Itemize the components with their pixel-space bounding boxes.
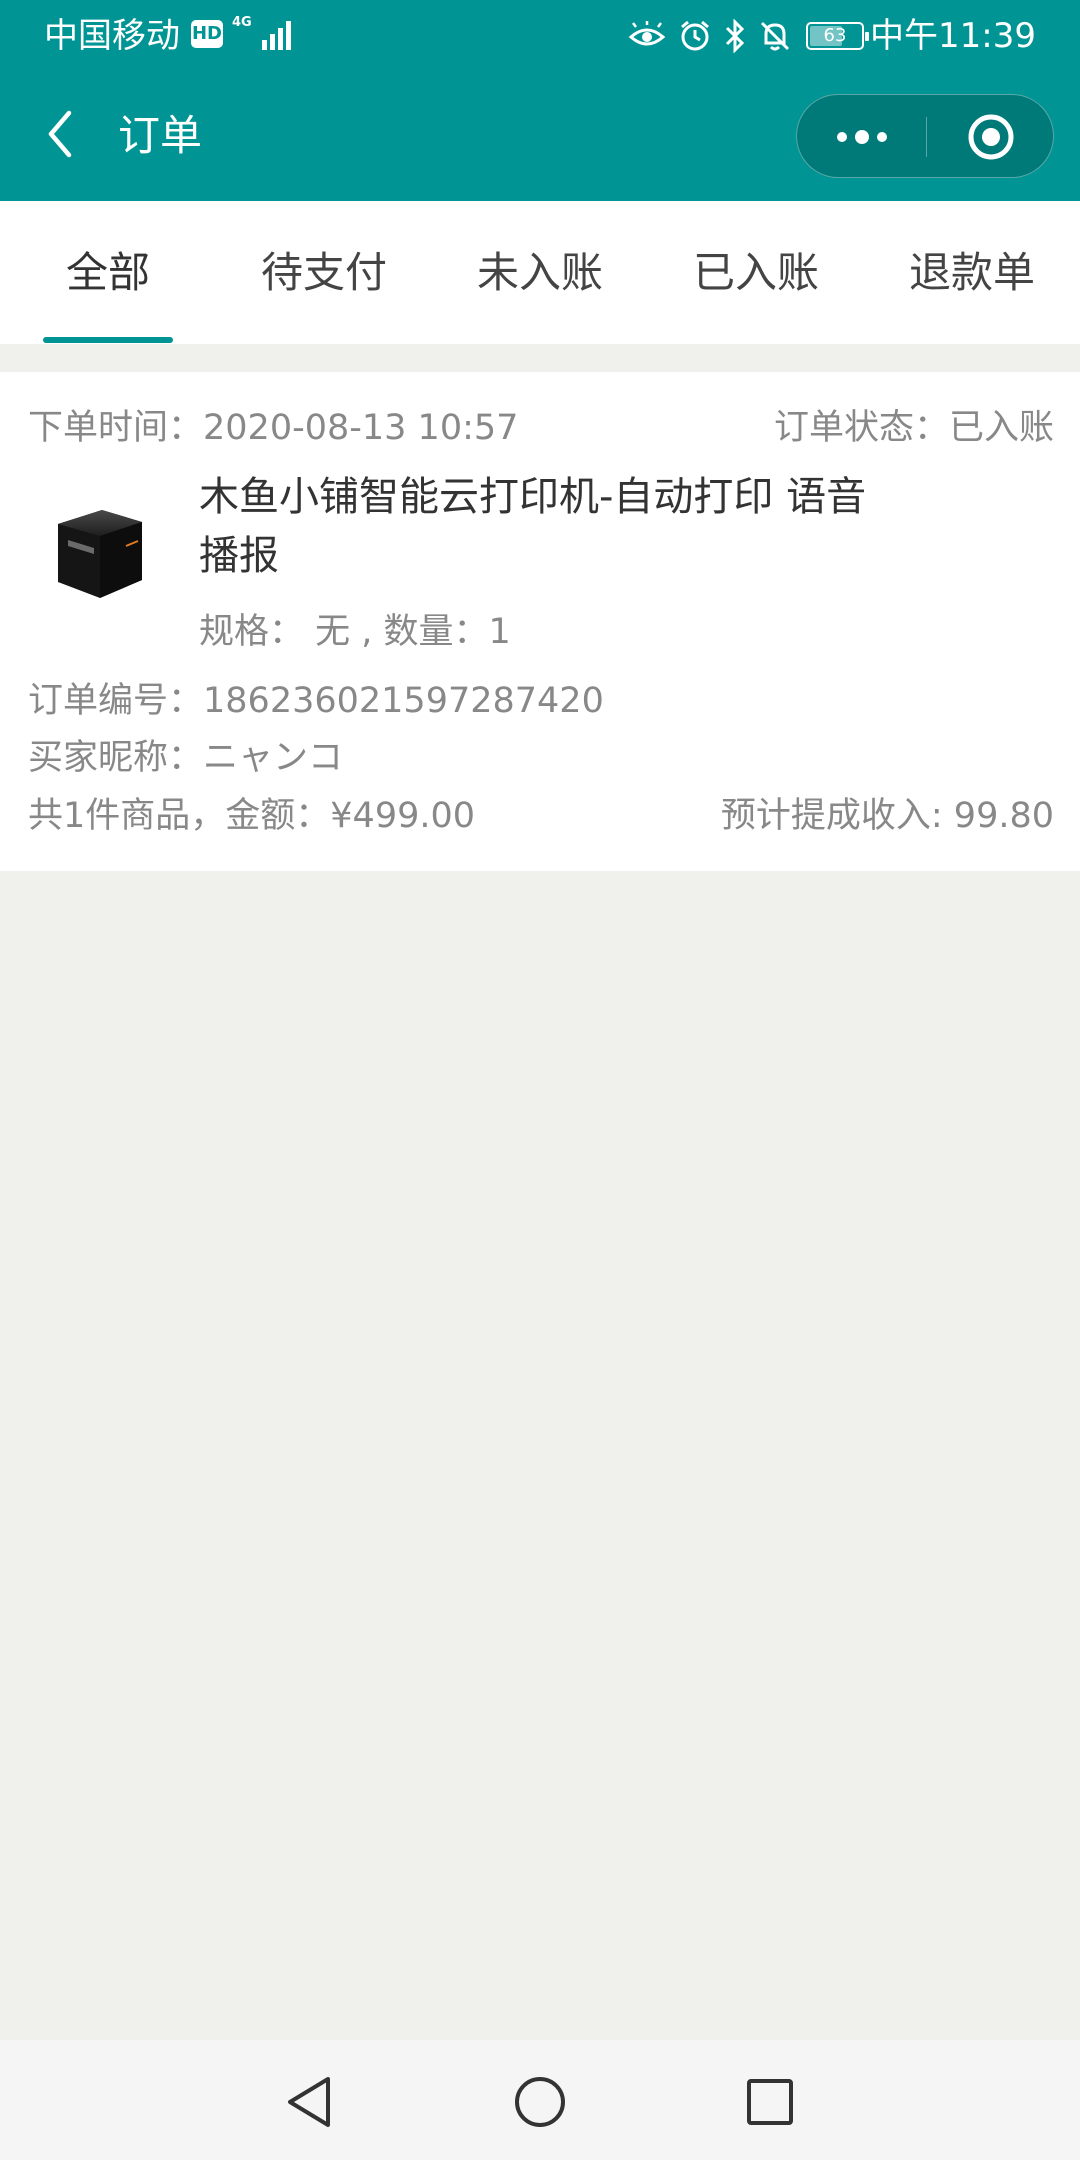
close-button[interactable] (927, 95, 1055, 179)
more-dots-icon (836, 130, 887, 144)
buyer-nickname: 买家昵称：ニャンコ (28, 736, 343, 780)
order-status: 订单状态：已入账 (774, 406, 1054, 450)
page-title: 订单 (118, 111, 203, 160)
mini-program-capsule (796, 94, 1054, 178)
buyer-value: ニャンコ (203, 738, 344, 778)
order-tabs: 全部 待支付 未入账 已入账 退款单 (0, 201, 1080, 344)
order-summary: 共1件商品，金额：¥499.00 (28, 794, 475, 838)
order-time: 下单时间：2020-08-13 10:57 (28, 406, 518, 450)
product-name: 木鱼小铺智能云打印机-自动打印 语音播报 (199, 474, 867, 579)
recents-square-icon (747, 2079, 793, 2125)
bluetooth-icon (725, 19, 745, 53)
order-number: 订单编号：186236021597287420 (28, 679, 604, 723)
battery-icon: 63 (806, 22, 869, 50)
app-header: 中国移动 HD 4G 63 中午11:39 订单 (0, 0, 1080, 201)
system-home-button[interactable] (508, 2070, 572, 2134)
product-image[interactable] (30, 480, 168, 618)
buyer-label: 买家昵称： (28, 738, 204, 778)
carrier-name: 中国移动 (44, 16, 180, 56)
status-icons (628, 18, 792, 54)
target-circle-icon (968, 114, 1014, 160)
status-bar: 中国移动 HD 4G 63 中午11:39 (0, 0, 1080, 72)
tab-unsettled[interactable]: 未入账 (432, 201, 648, 344)
back-triangle-icon (288, 2077, 330, 2127)
alarm-icon (681, 20, 709, 51)
signal-icon (262, 21, 291, 50)
eye-icon (628, 21, 666, 46)
more-button[interactable] (797, 95, 926, 179)
tab-refunds[interactable]: 退款单 (864, 201, 1080, 344)
order-amount: ¥499.00 (330, 796, 476, 836)
tab-all[interactable]: 全部 (0, 201, 216, 344)
tab-pending-payment[interactable]: 待支付 (216, 201, 432, 344)
back-chevron-icon (48, 110, 72, 158)
summary-label: 共1件商品，金额： (28, 796, 331, 836)
order-status-label: 订单状态： (773, 408, 949, 448)
order-number-label: 订单编号： (28, 681, 204, 721)
system-recents-button[interactable] (738, 2070, 802, 2134)
battery-level: 63 (823, 25, 847, 46)
back-button[interactable] (28, 102, 92, 166)
clock: 中午11:39 (870, 16, 1036, 56)
home-circle-icon (515, 2077, 565, 2127)
order-card[interactable]: 下单时间：2020-08-13 10:57 订单状态：已入账 木鱼小铺智能云打印… (0, 372, 1080, 871)
nav-bar: 订单 (0, 72, 1080, 201)
bell-off-icon (760, 21, 790, 51)
order-number-value: 186236021597287420 (203, 681, 604, 721)
tab-indicator (43, 337, 173, 343)
order-status-value: 已入账 (948, 408, 1054, 448)
commission: 预计提成收入: 99.80 (721, 794, 1054, 838)
product-spec: 规格： 无 , 数量：1 (199, 612, 511, 652)
commission-value: 99.80 (953, 796, 1054, 836)
system-nav-bar (0, 2040, 1080, 2160)
commission-label: 预计提成收入: (720, 796, 954, 836)
tab-settled[interactable]: 已入账 (648, 201, 864, 344)
hd-badge: HD (191, 20, 223, 48)
order-time-label: 下单时间： (28, 408, 204, 448)
order-time-value: 2020-08-13 10:57 (203, 408, 519, 448)
system-back-button[interactable] (277, 2070, 341, 2134)
